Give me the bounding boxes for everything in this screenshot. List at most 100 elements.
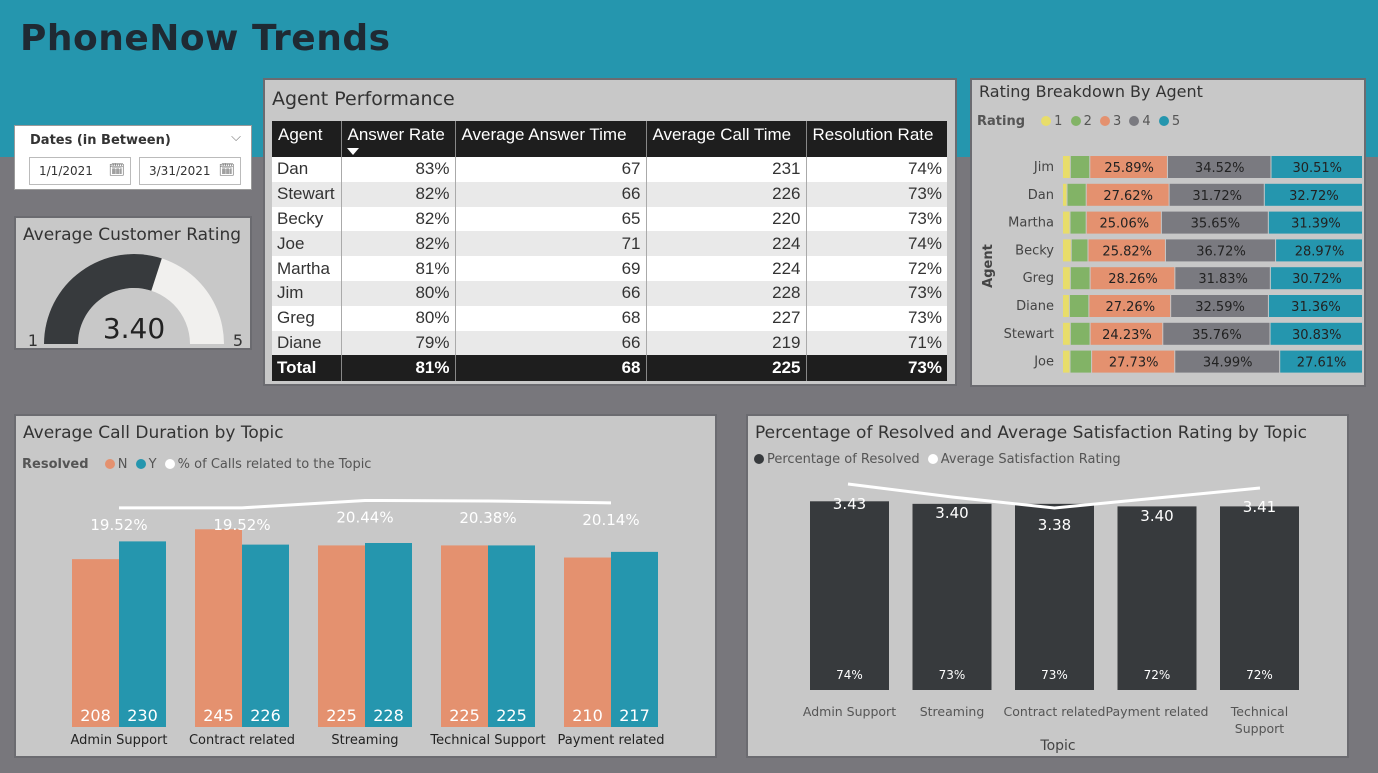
table-title: Agent Performance xyxy=(272,88,455,110)
bar xyxy=(72,559,119,727)
line-data-label: 3.40 xyxy=(1140,507,1173,525)
table-cell: Martha xyxy=(272,256,342,281)
table-cell: 228 xyxy=(646,280,807,306)
table-cell: 224 xyxy=(646,256,807,281)
table-cell: Stewart xyxy=(272,181,342,207)
bar-value-label: 228 xyxy=(373,706,404,725)
total-cell: Total xyxy=(272,355,342,382)
table-cell: 82% xyxy=(341,231,456,257)
bar-value-label: 73% xyxy=(939,668,966,682)
column-header[interactable]: Answer Rate xyxy=(341,121,456,157)
column-header[interactable]: Resolution Rate xyxy=(806,121,947,157)
bar xyxy=(611,551,658,727)
line-series xyxy=(119,498,612,510)
bar-segment xyxy=(1070,156,1090,178)
table-cell: 74% xyxy=(806,157,947,182)
table-header-row: Agent Answer Rate Average Answer Time Av… xyxy=(272,121,947,157)
bar-value-label: 225 xyxy=(449,706,480,725)
bar xyxy=(119,541,166,727)
table-row[interactable]: Diane 79% 66 219 71% xyxy=(272,330,947,356)
table-row[interactable]: Martha 81% 69 224 72% xyxy=(272,256,947,281)
gauge-min: 1 xyxy=(28,331,38,348)
category-label: Technical Support xyxy=(429,733,545,748)
sort-descending-icon[interactable] xyxy=(346,148,359,155)
calendar-icon[interactable]: 🗓 xyxy=(108,163,125,178)
data-label: 30.72% xyxy=(1292,272,1342,287)
bar-segment xyxy=(1067,183,1086,206)
bar-segment xyxy=(1063,322,1070,345)
table-cell: Becky xyxy=(272,206,342,232)
table-cell: 81% xyxy=(341,256,456,281)
data-label: 34.52% xyxy=(1195,161,1245,176)
agent-performance-table: Agent Answer Rate Average Answer Time Av… xyxy=(272,121,947,382)
bar xyxy=(441,545,488,727)
bar-segment xyxy=(1071,239,1088,262)
line-data-label: 20.38% xyxy=(459,509,516,527)
total-cell: 225 xyxy=(646,355,807,382)
data-label: 31.72% xyxy=(1192,189,1242,204)
data-label: 28.26% xyxy=(1108,272,1158,287)
bar-segment xyxy=(1063,183,1067,206)
data-label: 32.59% xyxy=(1195,300,1245,315)
line-data-label: 19.52% xyxy=(213,516,270,534)
calendar-icon[interactable]: 🗓 xyxy=(218,163,235,178)
table-cell: 220 xyxy=(646,206,807,232)
category-label: Streaming xyxy=(920,704,985,719)
bar xyxy=(365,543,412,727)
chevron-down-icon[interactable]: ⌵ xyxy=(231,130,241,145)
bar-segment xyxy=(1063,350,1070,373)
gauge-max: 5 xyxy=(233,331,243,348)
table-cell: 66 xyxy=(455,330,647,356)
rating-breakdown-chart: Agent Jim 25.89% 34.52% 30.51% Dan 27.62% 31.7… xyxy=(981,156,1362,373)
end-date-value: 3/31/2021 xyxy=(149,164,211,178)
bar-value-label: 72% xyxy=(1246,668,1273,682)
data-label: 32.72% xyxy=(1289,189,1339,204)
bar-segment xyxy=(1069,295,1089,317)
table-cell: 227 xyxy=(646,305,807,331)
resolved-chart: Topic 74% Admin Support 73% Streaming 73% Con… xyxy=(803,482,1299,754)
bar-segment xyxy=(1063,156,1070,178)
table-row[interactable]: Dan 83% 67 231 74% xyxy=(272,157,947,182)
line-data-label: 3.41 xyxy=(1243,498,1276,516)
customer-rating-gauge[interactable]: Average Customer Rating 3.40 1 5 xyxy=(14,216,252,350)
table-cell: 73% xyxy=(806,206,947,232)
rating-breakdown-card: Rating Breakdown By Agent Rating 1 2 3 4… xyxy=(970,78,1366,387)
table-cell: Jim xyxy=(272,280,342,306)
bar-value-label: 74% xyxy=(836,668,863,682)
end-date-input[interactable]: 3/31/2021 🗓 xyxy=(139,157,241,185)
data-label: 25.06% xyxy=(1100,217,1150,232)
line-data-label: 20.44% xyxy=(336,508,393,526)
table-cell: Diane xyxy=(272,330,342,356)
data-label: 28.97% xyxy=(1295,244,1345,259)
column-header[interactable]: Agent xyxy=(272,121,342,157)
call-duration-card: Average Call Duration by Topic Resolved … xyxy=(14,414,717,758)
bar xyxy=(488,545,535,727)
data-label: 34.99% xyxy=(1203,356,1253,371)
data-label: 30.51% xyxy=(1292,161,1342,176)
x-axis-title: Topic xyxy=(1039,738,1075,754)
column-header[interactable]: Average Answer Time xyxy=(455,121,647,157)
gauge-value: 3.40 xyxy=(103,312,165,345)
data-label: 27.26% xyxy=(1105,300,1155,315)
table-row[interactable]: Jim 80% 66 228 73% xyxy=(272,280,947,306)
bar-value-label: 230 xyxy=(127,706,158,725)
table-cell: 79% xyxy=(341,330,456,356)
table-row[interactable]: Joe 82% 71 224 74% xyxy=(272,231,947,257)
category-label: Stewart xyxy=(1004,327,1054,342)
category-label: Greg xyxy=(1023,271,1054,286)
table-cell: 66 xyxy=(455,181,647,207)
table-cell: 219 xyxy=(646,330,807,356)
table-cell: 65 xyxy=(455,206,647,232)
column-header[interactable]: Average Call Time xyxy=(646,121,807,157)
data-label: 31.39% xyxy=(1291,217,1341,232)
start-date-input[interactable]: 1/1/2021 🗓 xyxy=(29,157,131,185)
bar-segment xyxy=(1070,322,1090,345)
table-cell: 224 xyxy=(646,231,807,257)
table-cell: 67 xyxy=(455,157,647,182)
table-row[interactable]: Greg 80% 68 227 73% xyxy=(272,305,947,331)
resolved-satisfaction-card: Percentage of Resolved and Average Satis… xyxy=(746,414,1349,758)
table-row[interactable]: Stewart 82% 66 226 73% xyxy=(272,181,947,207)
bar-value-label: 225 xyxy=(326,706,357,725)
bar-value-label: 72% xyxy=(1144,668,1171,682)
table-row[interactable]: Becky 82% 65 220 73% xyxy=(272,206,947,232)
